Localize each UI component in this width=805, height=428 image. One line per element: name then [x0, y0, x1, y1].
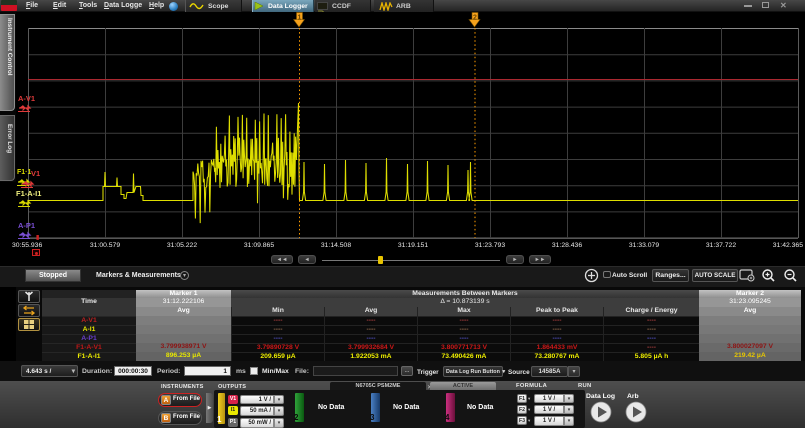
svg-text:30:55.936: 30:55.936: [12, 242, 42, 249]
svg-text:1: 1: [298, 15, 302, 22]
svg-text:31:28.436: 31:28.436: [552, 242, 582, 249]
svg-text:31:42.365: 31:42.365: [773, 242, 803, 249]
svg-text:F1·1: F1·1: [17, 169, 32, 176]
svg-text:2: 2: [473, 15, 477, 22]
svg-text:▮: ▮: [36, 235, 39, 241]
svg-text:31:33.079: 31:33.079: [629, 242, 659, 249]
svg-text:31:14.508: 31:14.508: [321, 242, 351, 249]
svg-text:A-P1: A-P1: [18, 221, 35, 230]
svg-text:31:09.865: 31:09.865: [244, 242, 274, 249]
svg-text:A-V1: A-V1: [18, 94, 35, 103]
svg-text:31:37.722: 31:37.722: [706, 242, 736, 249]
svg-text:F1-A-I1: F1-A-I1: [16, 189, 41, 198]
svg-text:31:00.579: 31:00.579: [90, 242, 120, 249]
svg-text:31:19.151: 31:19.151: [398, 242, 428, 249]
svg-text:31:23.793: 31:23.793: [475, 242, 505, 249]
svg-text:V1: V1: [31, 169, 40, 178]
svg-text:31:05.222: 31:05.222: [167, 242, 197, 249]
